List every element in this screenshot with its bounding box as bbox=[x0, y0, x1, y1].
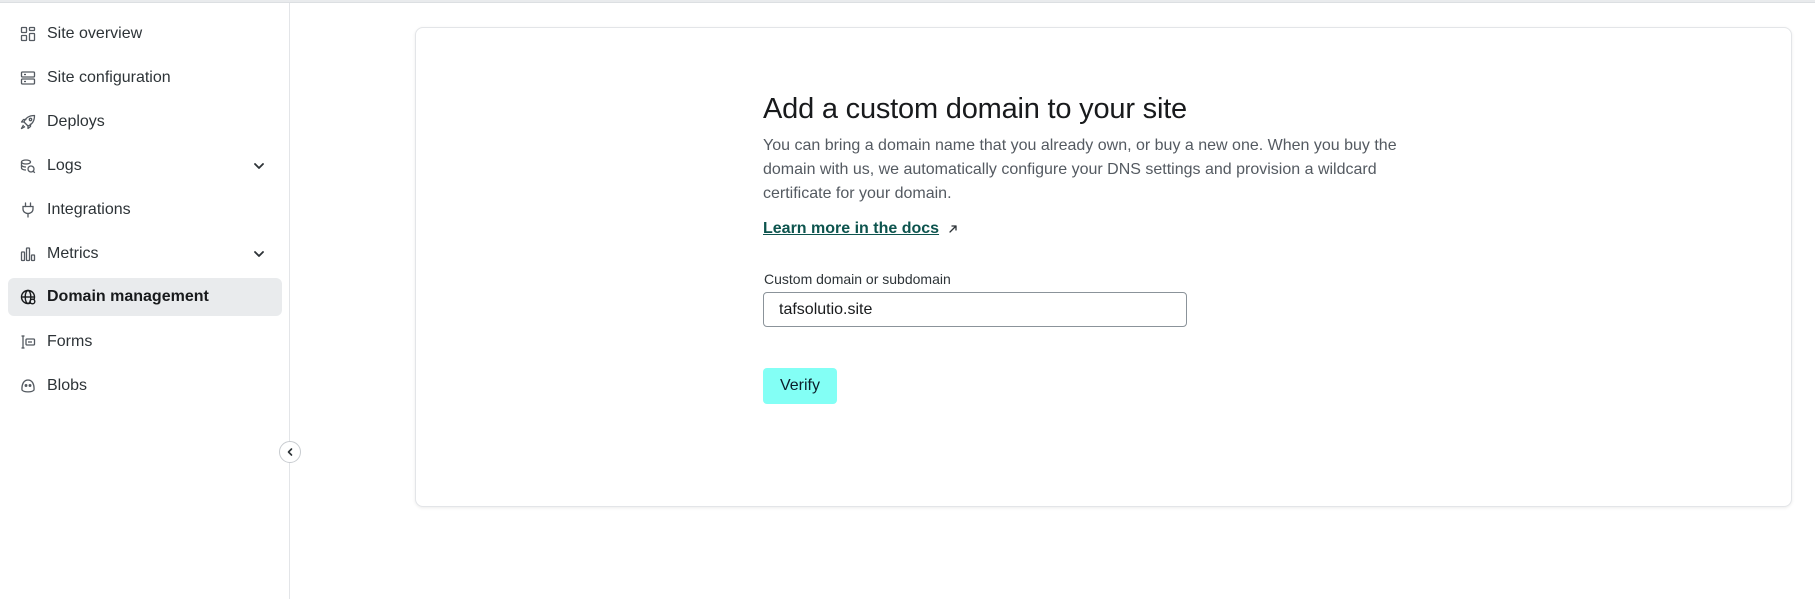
custom-domain-input[interactable] bbox=[763, 292, 1187, 327]
sidebar-item-metrics[interactable]: Metrics bbox=[8, 235, 282, 273]
sidebar-item-label: Metrics bbox=[47, 245, 99, 262]
rocket-icon bbox=[20, 114, 36, 130]
sidebar-item-integrations[interactable]: Integrations bbox=[8, 191, 282, 229]
sidebar-item-label: Site overview bbox=[47, 25, 143, 42]
sidebar-item-label: Domain management bbox=[47, 288, 209, 305]
collapse-sidebar-button[interactable] bbox=[279, 441, 301, 463]
chevron-left-icon bbox=[287, 448, 293, 456]
verify-button[interactable]: Verify bbox=[763, 368, 837, 404]
logs-icon bbox=[20, 158, 36, 174]
external-link-icon bbox=[949, 225, 957, 233]
globe-icon bbox=[20, 289, 36, 305]
sidebar-item-label: Integrations bbox=[47, 201, 131, 218]
plug-icon bbox=[20, 202, 36, 218]
sidebar-item-forms[interactable]: Forms bbox=[8, 323, 282, 361]
page-title: Add a custom domain to your site bbox=[763, 93, 1187, 125]
blob-icon bbox=[20, 378, 36, 394]
server-icon bbox=[20, 70, 36, 86]
sidebar-item-site-overview[interactable]: Site overview bbox=[8, 15, 282, 53]
bar-chart-icon bbox=[20, 246, 36, 262]
sidebar-item-label: Deploys bbox=[47, 113, 105, 130]
form-icon bbox=[20, 334, 36, 350]
custom-domain-label: Custom domain or subdomain bbox=[764, 271, 951, 287]
sidebar-item-label: Site configuration bbox=[47, 69, 171, 86]
page-description: You can bring a domain name that you alr… bbox=[763, 137, 1397, 202]
sidebar-item-label: Logs bbox=[47, 157, 82, 174]
chevron-down-icon[interactable] bbox=[252, 159, 266, 173]
grid-icon bbox=[20, 26, 36, 42]
sidebar-item-deploys[interactable]: Deploys bbox=[8, 103, 282, 141]
sidebar-item-domain-management[interactable]: Domain management bbox=[8, 278, 282, 316]
sidebar-item-blobs[interactable]: Blobs bbox=[8, 367, 282, 405]
docs-link-label: Learn more in the docs bbox=[763, 220, 940, 237]
sidebar-item-site-configuration[interactable]: Site configuration bbox=[8, 59, 282, 97]
sidebar-item-label: Blobs bbox=[47, 377, 88, 394]
sidebar-item-label: Forms bbox=[47, 333, 93, 350]
learn-more-docs-link[interactable]: Learn more in the docs bbox=[763, 220, 959, 238]
sidebar: Site overview Site configuration Deploys bbox=[0, 3, 290, 599]
sidebar-item-logs[interactable]: Logs bbox=[8, 147, 282, 185]
add-domain-content: Add a custom domain to your site You can… bbox=[763, 90, 1403, 404]
chevron-down-icon[interactable] bbox=[252, 247, 266, 261]
